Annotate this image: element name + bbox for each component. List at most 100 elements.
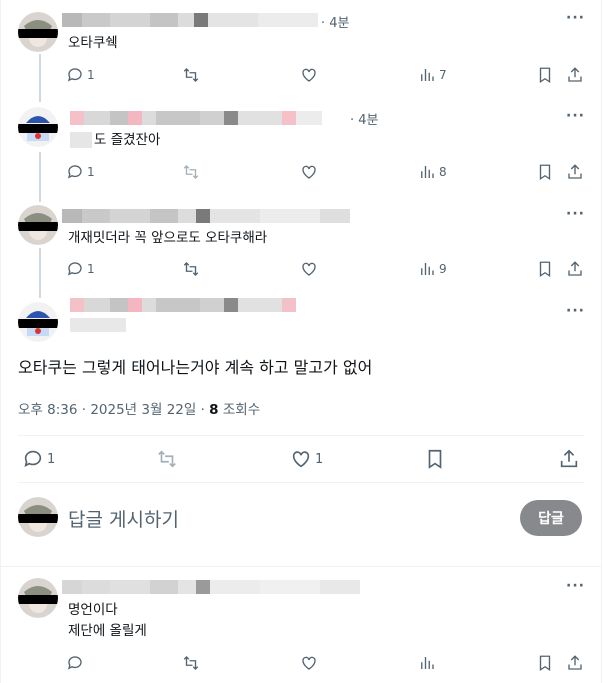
avatar[interactable]: [18, 302, 58, 342]
tweet-text: 개재밋더라 꼭 앞으로도 오타쿠해라: [68, 230, 268, 246]
avatar[interactable]: [18, 205, 58, 245]
bookmark-icon: [428, 449, 442, 469]
reply-button[interactable]: 1: [66, 66, 95, 84]
bookmark-icon: [539, 164, 551, 181]
more-icon[interactable]: ···: [566, 10, 585, 26]
views-button[interactable]: [418, 654, 436, 672]
avatar: [18, 497, 58, 537]
share-icon: [568, 67, 582, 82]
retweet-icon: [183, 656, 199, 670]
retweet-button[interactable]: [182, 163, 200, 181]
tweet-actions: [66, 654, 586, 674]
views-button[interactable]: 9: [418, 260, 447, 278]
reply-icon: [67, 656, 82, 670]
like-icon: [302, 165, 316, 179]
share-button[interactable]: [566, 260, 584, 278]
share-button[interactable]: [558, 448, 580, 470]
tweet-actions: 1 8: [66, 163, 586, 183]
views-icon: [421, 69, 434, 81]
tweet-text: 제단에 올릴게: [68, 623, 147, 639]
main-tweet-actions: 1 1: [22, 448, 582, 470]
retweet-icon: [183, 262, 199, 276]
views-icon: [421, 263, 434, 275]
like-button[interactable]: [300, 260, 318, 278]
bookmark-icon: [539, 655, 551, 672]
avatar[interactable]: [18, 107, 58, 147]
more-icon[interactable]: ···: [566, 206, 585, 222]
retweet-icon: [183, 165, 199, 179]
share-button[interactable]: [566, 163, 584, 181]
blurred-username[interactable]: [70, 298, 296, 312]
retweet-icon: [158, 450, 176, 468]
like-button[interactable]: [300, 66, 318, 84]
retweet-button[interactable]: [182, 66, 200, 84]
blurred-handle[interactable]: [70, 318, 126, 332]
like-button[interactable]: 1: [290, 448, 323, 470]
bookmark-icon: [539, 67, 551, 84]
reply-button[interactable]: [66, 654, 84, 672]
views-icon: [421, 166, 434, 178]
reply-button[interactable]: 1: [66, 163, 95, 181]
retweet-icon: [183, 68, 199, 82]
thread-line: [39, 248, 41, 298]
like-icon: [302, 68, 316, 82]
share-icon: [568, 655, 582, 670]
avatar[interactable]: [18, 578, 58, 618]
like-icon: [302, 262, 316, 276]
tweet-actions: 1 7: [66, 66, 586, 86]
reply-button[interactable]: 1: [22, 448, 55, 470]
like-icon: [292, 451, 310, 468]
timestamp[interactable]: 오후 8:36 · 2025년 3월 22일 ·: [18, 402, 209, 418]
share-icon: [560, 449, 578, 468]
bookmark-button[interactable]: [536, 66, 554, 84]
more-icon[interactable]: ···: [566, 578, 585, 594]
blurred-username[interactable]: [62, 209, 350, 223]
tweet-text: 오타쿠쉑: [68, 35, 118, 51]
more-icon[interactable]: ···: [566, 108, 585, 124]
view-count: 8: [209, 402, 219, 418]
tweet-time[interactable]: · 4분: [350, 109, 379, 128]
reply-button[interactable]: 1: [66, 260, 95, 278]
reply-submit-button[interactable]: 답글: [520, 500, 582, 536]
blurred-mention: [70, 132, 92, 148]
more-icon[interactable]: ···: [566, 303, 585, 319]
share-icon: [568, 164, 582, 179]
blurred-username[interactable]: [62, 580, 360, 594]
bookmark-button[interactable]: [536, 654, 554, 672]
bookmark-button[interactable]: [424, 448, 446, 470]
blurred-username[interactable]: [62, 13, 318, 27]
reply-icon: [67, 165, 82, 179]
reply-icon: [67, 68, 82, 82]
retweet-button[interactable]: [182, 654, 200, 672]
thread-line: [39, 152, 41, 202]
divider: [0, 566, 602, 567]
retweet-button[interactable]: [156, 448, 178, 470]
bookmark-icon: [539, 261, 551, 278]
main-tweet-text: 오타쿠는 그렇게 태어나는거야 계속 하고 말고가 없어: [18, 358, 373, 377]
share-button[interactable]: [566, 654, 584, 672]
views-label: 조회수: [218, 402, 261, 418]
tweet-text: 명언이다: [68, 602, 118, 618]
tweet-actions: 1 9: [66, 260, 586, 280]
views-button[interactable]: 7: [418, 66, 447, 84]
views-button[interactable]: 8: [418, 163, 447, 181]
like-button[interactable]: [300, 654, 318, 672]
divider: [18, 435, 584, 436]
views-icon: [421, 657, 434, 669]
share-button[interactable]: [566, 66, 584, 84]
share-icon: [568, 261, 582, 276]
avatar[interactable]: [18, 12, 58, 52]
bookmark-button[interactable]: [536, 260, 554, 278]
tweet-meta: 오후 8:36 · 2025년 3월 22일 · 8 조회수: [18, 398, 260, 418]
reply-input[interactable]: 답글 게시하기: [68, 505, 179, 532]
thread-line: [39, 54, 41, 102]
tweet-text: 도 즐겼잔아: [94, 132, 161, 148]
like-icon: [302, 656, 316, 670]
tweet-time[interactable]: · 4분: [321, 12, 350, 31]
divider: [18, 482, 584, 483]
blurred-username[interactable]: [70, 111, 322, 125]
reply-icon: [67, 262, 82, 276]
bookmark-button[interactable]: [536, 163, 554, 181]
like-button[interactable]: [300, 163, 318, 181]
retweet-button[interactable]: [182, 260, 200, 278]
